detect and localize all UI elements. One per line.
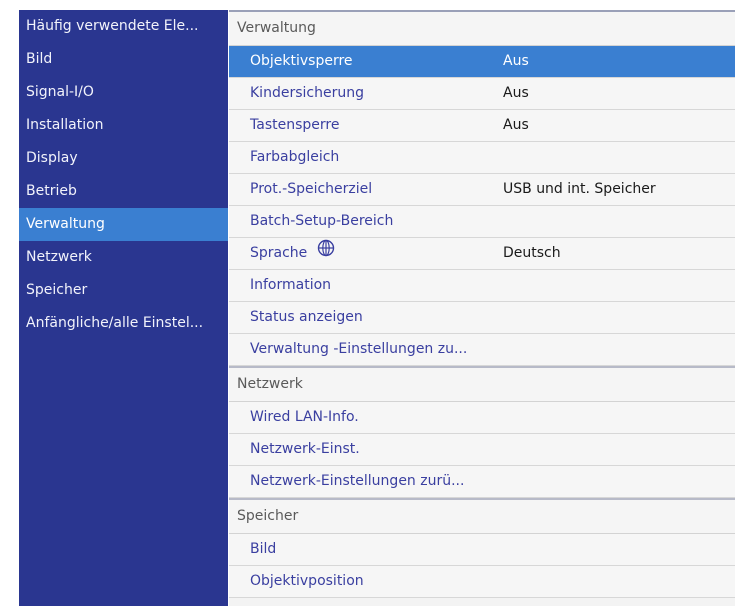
section-header-netzwerk: Netzwerk [229,368,735,402]
sidebar-item-speicher[interactable]: Speicher [19,274,228,307]
menu-row-objektivsperre[interactable]: Objektivsperre Aus [229,46,735,78]
menu-row-wired-lan-info[interactable]: Wired LAN-Info. [229,402,735,434]
sidebar-item-signal-io[interactable]: Signal-I/O [19,76,228,109]
menu-row-bild[interactable]: Bild [229,534,735,566]
row-label: Objektivposition [250,573,364,589]
row-label: Verwaltung -Einstellungen zu... [250,341,468,357]
row-label: Kindersicherung [250,85,364,101]
row-value: Aus [503,117,529,133]
row-label: Wired LAN-Info. [250,409,359,425]
settings-panel: Verwaltung Objektivsperre Aus Kindersich… [229,10,735,606]
row-value: Aus [503,53,529,69]
menu-row-sprache[interactable]: Sprache Deutsch [229,238,735,270]
menu-row-farbabgleich[interactable]: Farbabgleich [229,142,735,174]
globe-icon [317,238,335,268]
projector-menu: Häufig verwendete Ele... Bild Signal-I/O… [0,0,735,606]
sidebar-item-display[interactable]: Display [19,142,228,175]
sidebar-item-haeufig[interactable]: Häufig verwendete Ele... [19,10,228,43]
section-header-verwaltung: Verwaltung [229,12,735,46]
sidebar-item-bild[interactable]: Bild [19,43,228,76]
row-label: Farbabgleich [250,149,340,165]
sidebar-item-netzwerk[interactable]: Netzwerk [19,241,228,274]
row-label: Bild [250,541,277,557]
sidebar: Häufig verwendete Ele... Bild Signal-I/O… [19,10,228,606]
menu-row-kindersicherung[interactable]: Kindersicherung Aus [229,78,735,110]
menu-row-prot-speicherziel[interactable]: Prot.-Speicherziel USB und int. Speicher [229,174,735,206]
sidebar-item-installation[interactable]: Installation [19,109,228,142]
row-value: Deutsch [503,245,561,261]
menu-row-batch-setup[interactable]: Batch-Setup-Bereich [229,206,735,238]
menu-row-information[interactable]: Information [229,270,735,302]
row-label: Prot.-Speicherziel [250,181,373,197]
row-label: Objektivsperre [250,53,353,69]
menu-row-objektivposition[interactable]: Objektivposition [229,566,735,598]
menu-row-tastensperre[interactable]: Tastensperre Aus [229,110,735,142]
row-label: Status anzeigen [250,309,363,325]
row-label: Batch-Setup-Bereich [250,213,394,229]
menu-row-status-anzeigen[interactable]: Status anzeigen [229,302,735,334]
sidebar-item-betrieb[interactable]: Betrieb [19,175,228,208]
sidebar-item-verwaltung[interactable]: Verwaltung [19,208,228,241]
row-label: Information [250,277,332,293]
row-label: Sprache [250,245,308,261]
sidebar-item-anfaengliche[interactable]: Anfängliche/alle Einstel... [19,307,228,340]
row-label: Netzwerk-Einst. [250,441,360,457]
row-label: Tastensperre [250,117,340,133]
menu-row-verwaltung-einstellungen[interactable]: Verwaltung -Einstellungen zu... [229,334,735,366]
row-value: USB und int. Speicher [503,181,656,197]
row-label: Netzwerk-Einstellungen zurü... [250,473,465,489]
menu-row-netzwerk-zuruecksetzen[interactable]: Netzwerk-Einstellungen zurü... [229,466,735,498]
section-header-speicher: Speicher [229,500,735,534]
menu-row-netzwerk-einst[interactable]: Netzwerk-Einst. [229,434,735,466]
row-value: Aus [503,85,529,101]
